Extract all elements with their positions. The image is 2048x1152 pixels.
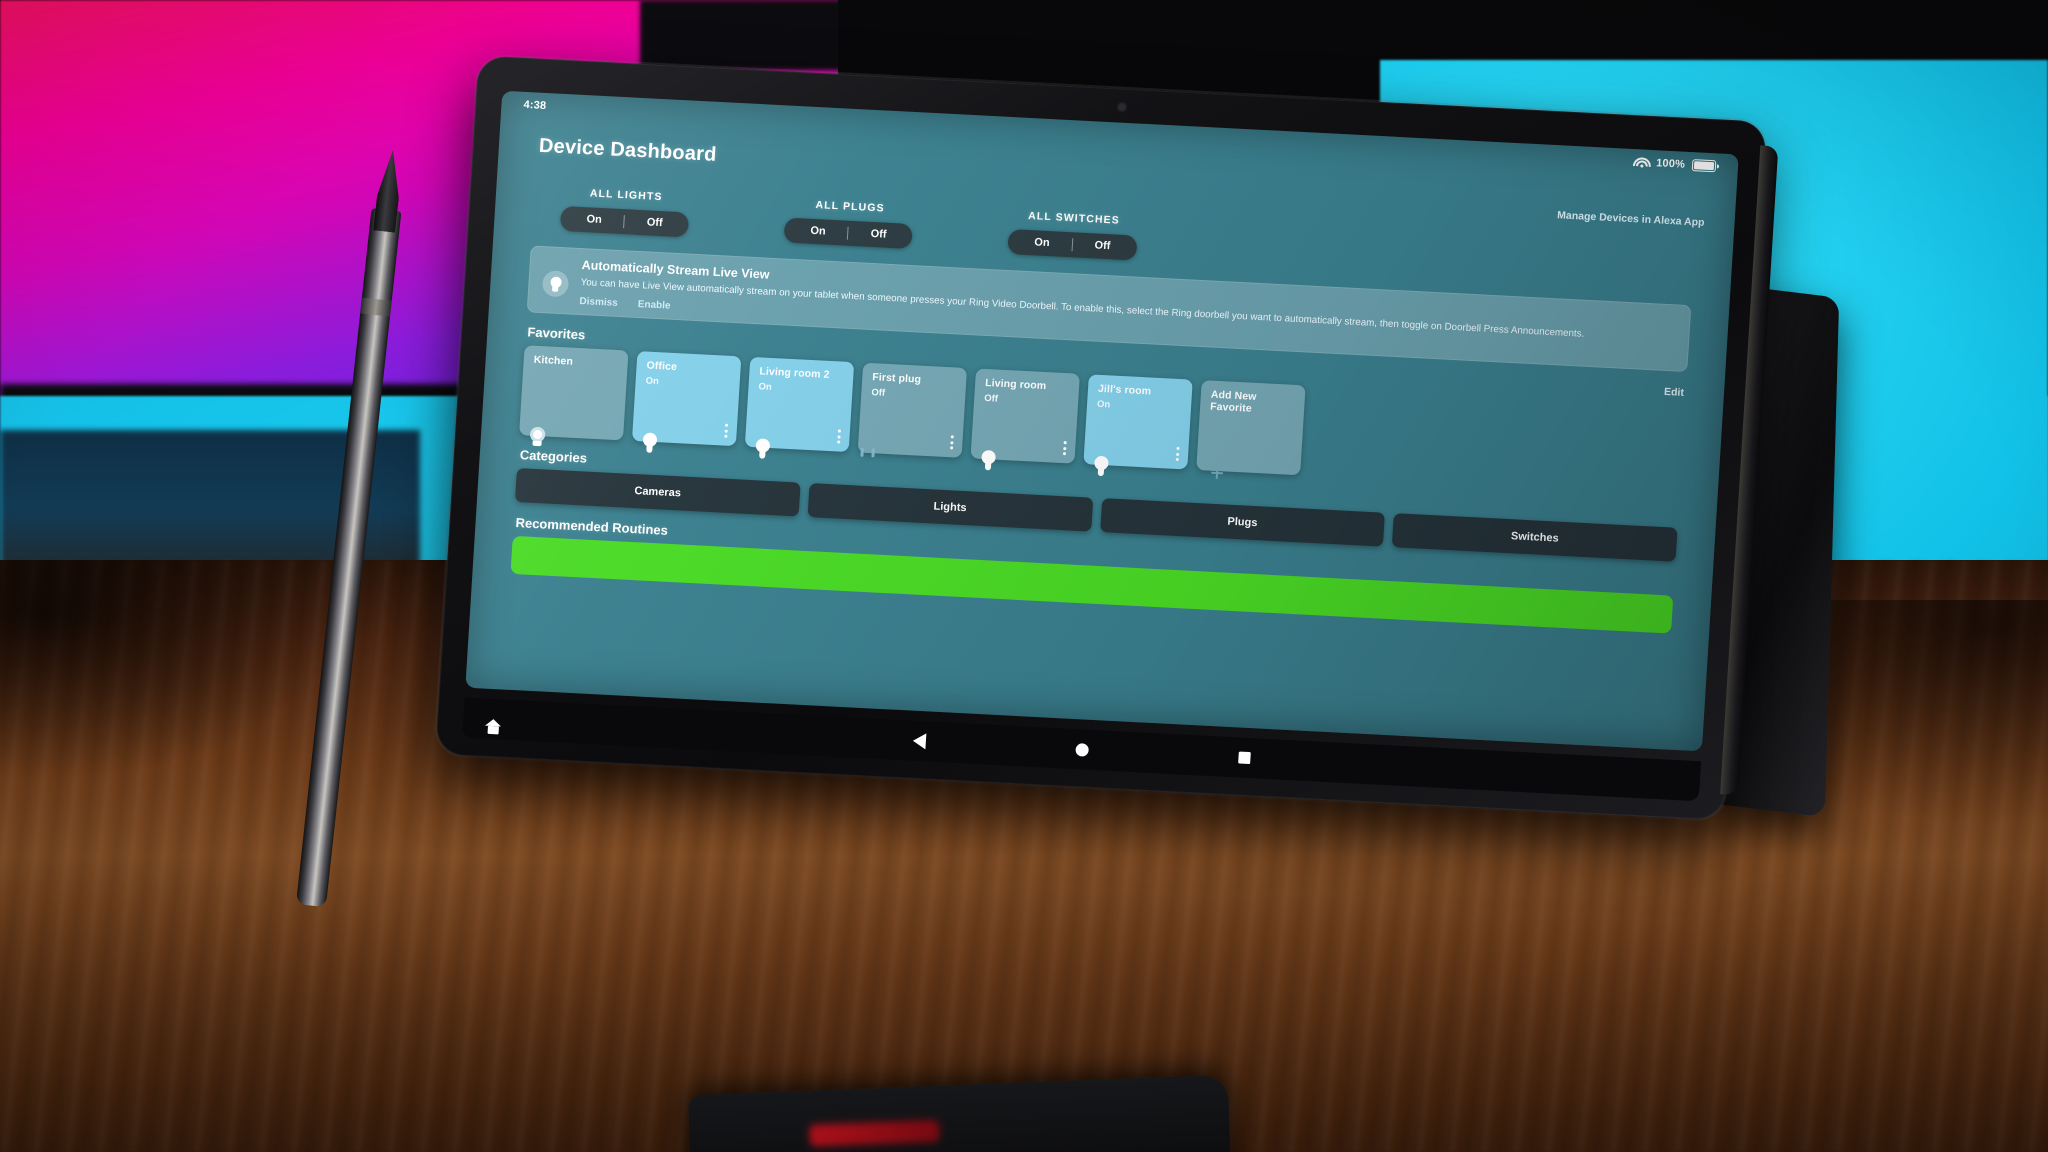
favorite-overflow-menu-icon[interactable] [837,429,842,444]
on-off-pill: On Off [1007,229,1138,261]
desk-shadow-left [0,560,460,820]
favorite-overflow-menu-icon[interactable] [724,423,729,438]
all-lights-off-button[interactable]: Off [624,209,685,237]
battery-percent-label: 100% [1655,157,1686,171]
favorite-card-office[interactable]: Office On [631,351,742,447]
back-triangle-icon[interactable] [912,732,927,750]
group-toggle-all-lights: ALL LIGHTS On Off [559,186,691,238]
all-plugs-on-button[interactable]: On [788,218,849,246]
status-bar-right: 100% [1632,156,1717,173]
favorite-name: Living room [984,377,1047,393]
group-toggle-label: ALL SWITCHES [1027,209,1121,227]
favorite-state: Off [871,386,886,399]
page-title: Device Dashboard [538,134,718,166]
favorite-state: On [758,381,773,393]
favorite-name: Living room 2 [759,365,830,382]
all-switches-on-button[interactable]: On [1012,229,1073,257]
favorite-card-kitchen[interactable]: Kitchen [519,345,629,441]
favorite-name: Jill's room [1097,382,1152,398]
category-button-cameras[interactable]: Cameras [514,468,801,517]
on-off-pill: On Off [783,217,914,250]
wifi-icon [1632,156,1652,169]
favorite-overflow-menu-icon[interactable] [950,435,954,450]
favorite-name: First plug [871,371,922,386]
favorite-card-living-room[interactable]: Living room Off [970,368,1080,464]
stylus-ring [360,297,392,317]
favorite-name: Kitchen [533,353,574,368]
favorite-state: Off [983,392,999,405]
status-bar-clock: 4:38 [523,98,547,113]
favorite-state: On [645,375,660,387]
favorite-card-jills-room[interactable]: Jill's room On [1083,374,1193,470]
favorite-name: Office [646,359,678,374]
battery-full-icon [1691,159,1717,173]
doorbell-icon [541,270,570,298]
photo-scene: 4:38 100% Device Dashboard Manage Device… [0,0,2048,1152]
favorite-card-first-plug[interactable]: First plug Off [857,362,968,459]
all-lights-on-button[interactable]: On [564,206,625,234]
banner-dismiss-button[interactable]: Dismiss [579,296,618,309]
favorites-title: Favorites [526,324,586,343]
group-toggle-all-switches: ALL SWITCHES On Off [1007,209,1139,261]
category-button-switches[interactable]: Switches [1392,513,1678,562]
category-button-plugs[interactable]: Plugs [1099,498,1386,547]
banner-enable-button[interactable]: Enable [637,299,670,312]
on-off-pill: On Off [559,205,690,238]
home-circle-icon[interactable] [1075,742,1090,757]
category-button-lights[interactable]: Lights [807,483,1093,532]
favorite-overflow-menu-icon[interactable] [1175,447,1180,462]
favorite-card-living-room-2[interactable]: Living room 2 On [744,357,855,453]
group-toggle-label: ALL LIGHTS [589,187,663,204]
background-monitor-bezel-top [640,0,870,70]
tablet-device: 4:38 100% Device Dashboard Manage Device… [435,55,1840,821]
group-toggle-label: ALL PLUGS [815,199,886,215]
manage-devices-link[interactable]: Manage Devices in Alexa App [1557,209,1705,229]
all-plugs-off-button[interactable]: Off [848,221,909,249]
favorite-state: On [1096,398,1111,411]
favorites-edit-button[interactable]: Edit [1664,386,1685,399]
tablet-screen: 4:38 100% Device Dashboard Manage Device… [465,90,1739,752]
favorite-card-add-new[interactable]: Add New Favorite [1196,380,1306,476]
group-toggle-all-plugs: ALL PLUGS On Off [783,198,915,250]
favorite-overflow-menu-icon[interactable] [1062,441,1067,456]
device-dashboard-app: Device Dashboard Manage Devices in Alexa… [465,117,1737,752]
recents-square-icon[interactable] [1238,751,1251,765]
categories-title: Categories [519,447,588,466]
all-switches-off-button[interactable]: Off [1072,232,1133,260]
favorite-name: Add New Favorite [1209,388,1257,415]
